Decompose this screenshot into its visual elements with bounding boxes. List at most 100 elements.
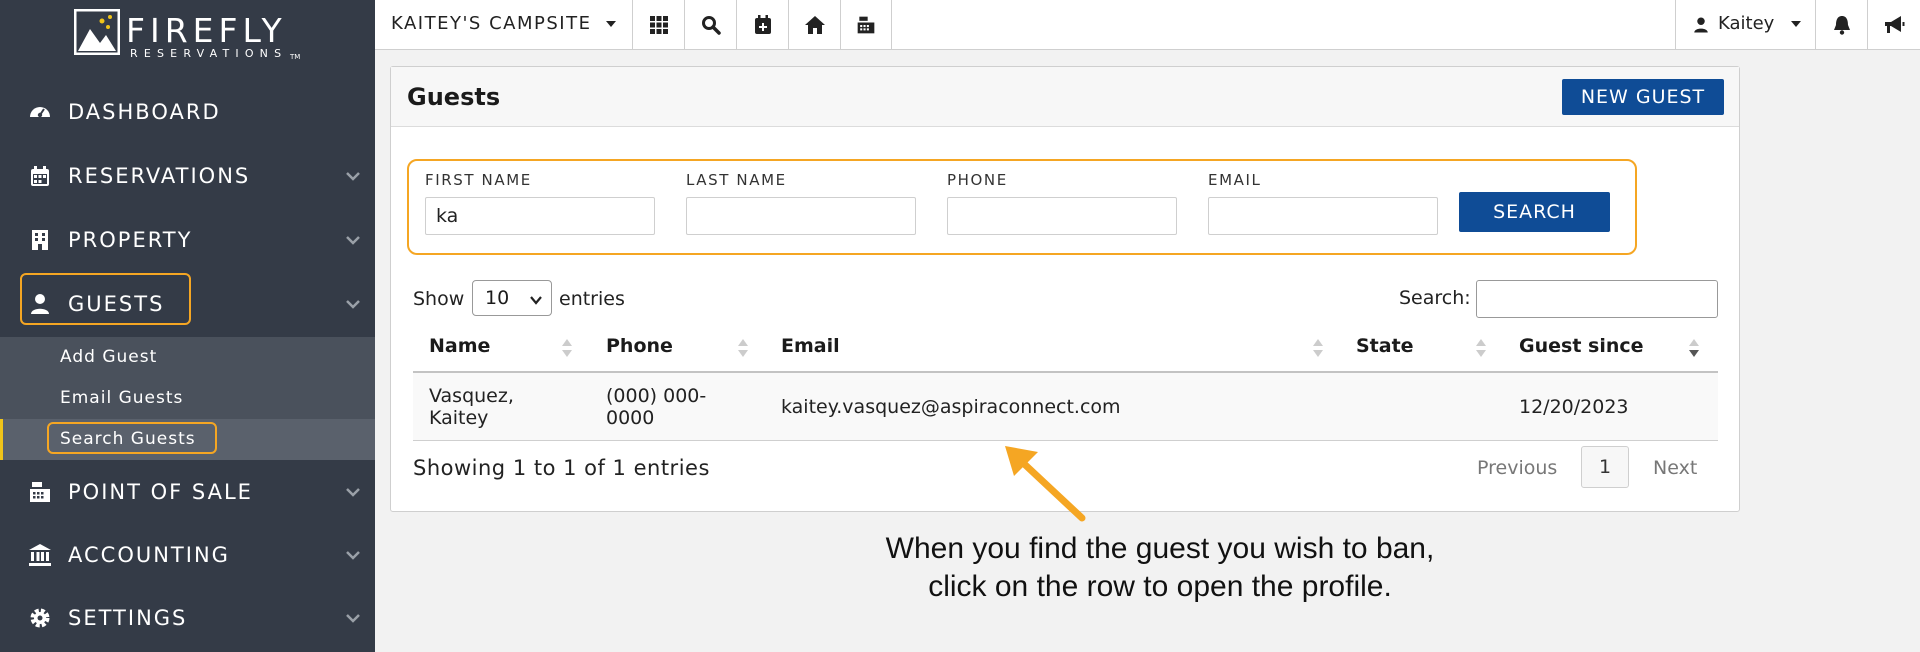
guests-highlight-box: [20, 273, 191, 325]
chevron-down-icon: [530, 296, 542, 305]
submenu-add-guest[interactable]: Add Guest: [60, 347, 157, 367]
logo-wordmark: FIREFLY: [126, 11, 287, 50]
annotation-line-2: click on the row to open the profile.: [928, 570, 1392, 603]
grid-icon: [649, 16, 668, 34]
search-guests-highlight-box: [47, 422, 217, 454]
home-button[interactable]: [788, 0, 840, 50]
annotation-arrow-icon: [1005, 446, 1086, 522]
sidebar-item-label: PROPERTY: [68, 228, 193, 252]
building-icon: [32, 230, 48, 250]
column-header-name[interactable]: Name: [429, 335, 490, 357]
point-of-sale-button[interactable]: [840, 0, 892, 50]
megaphone-icon: [1884, 16, 1904, 33]
search-icon: [701, 16, 721, 35]
pagination-previous[interactable]: Previous: [1477, 457, 1557, 479]
sort-icon[interactable]: [1312, 337, 1324, 359]
announcements-button[interactable]: [1867, 0, 1919, 50]
bell-icon: [1833, 16, 1850, 35]
annotation-text: When you find the guest you wish to ban,…: [830, 530, 1490, 606]
email-input[interactable]: [1208, 197, 1438, 235]
column-header-state[interactable]: State: [1356, 335, 1414, 357]
cell-email: kaitey.vasquez@aspiraconnect.com: [781, 396, 1121, 418]
user-icon: [1694, 17, 1708, 33]
sidebar-item-settings[interactable]: SETTINGS: [0, 590, 375, 646]
notifications-button[interactable]: [1815, 0, 1867, 50]
home-icon: [804, 16, 825, 34]
cell-guest-since: 12/20/2023: [1519, 396, 1629, 418]
sort-desc-icon[interactable]: [1688, 337, 1700, 359]
firefly-logo-mark-icon: [74, 9, 120, 55]
column-header-guest-since[interactable]: Guest since: [1519, 335, 1644, 357]
table-row[interactable]: Vasquez, Kaitey (000) 000- 0000 kaitey.v…: [413, 373, 1718, 441]
table-search-label: Search:: [1399, 287, 1471, 309]
show-label: Show: [413, 288, 465, 310]
last-name-input[interactable]: [686, 197, 916, 235]
annotation-line-1: When you find the guest you wish to ban,: [885, 532, 1435, 565]
sort-icon[interactable]: [1475, 337, 1487, 359]
chevron-down-icon: [346, 236, 360, 245]
user-menu[interactable]: Kaitey: [1675, 0, 1815, 50]
new-reservation-button[interactable]: [736, 0, 788, 50]
cell-name-line2: Kaitey: [429, 407, 489, 429]
chevron-down-icon: [346, 614, 360, 623]
cash-register-icon: [30, 482, 50, 502]
sidebar-item-reservations[interactable]: RESERVATIONS: [0, 148, 375, 204]
sort-icon[interactable]: [737, 337, 749, 359]
first-name-input[interactable]: [425, 197, 655, 235]
chevron-down-icon: [346, 551, 360, 560]
sidebar-item-label: ACCOUNTING: [68, 543, 230, 567]
search-button[interactable]: SEARCH: [1459, 192, 1610, 232]
phone-label: PHONE: [947, 171, 1008, 189]
caret-down-icon: [606, 21, 616, 27]
sidebar-item-label: DASHBOARD: [68, 100, 221, 124]
entries-value: 10: [485, 287, 510, 309]
pagination-page-1[interactable]: 1: [1581, 446, 1629, 488]
sidebar-item-accounting[interactable]: ACCOUNTING: [0, 527, 375, 583]
cell-name-line1: Vasquez,: [429, 385, 514, 407]
first-name-label: FIRST NAME: [425, 171, 532, 189]
column-header-email[interactable]: Email: [781, 335, 840, 357]
submenu-email-guests[interactable]: Email Guests: [60, 388, 183, 408]
sidebar-item-dashboard[interactable]: DASHBOARD: [0, 84, 375, 140]
entries-per-page-select[interactable]: 10: [472, 280, 552, 316]
bank-icon: [29, 544, 51, 566]
sidebar-item-label: RESERVATIONS: [68, 164, 251, 188]
calendar-plus-icon: [754, 15, 771, 34]
new-guest-button[interactable]: NEW GUEST: [1562, 79, 1724, 115]
last-name-label: LAST NAME: [686, 171, 787, 189]
cell-phone-line1: (000) 000-: [606, 385, 707, 407]
sidebar-item-point-of-sale[interactable]: POINT OF SALE: [0, 464, 375, 520]
logo-subtitle: RESERVATIONS: [130, 47, 288, 60]
sidebar: FIREFLY RESERVATIONS TM DASHBOARD RESERV…: [0, 0, 375, 652]
sidebar-item-label: SETTINGS: [68, 606, 188, 630]
guest-filter-form: FIRST NAME LAST NAME PHONE EMAIL SEARCH: [407, 159, 1637, 255]
page-title: Guests: [407, 83, 501, 111]
sidebar-item-property[interactable]: PROPERTY: [0, 212, 375, 268]
chevron-down-icon: [346, 172, 360, 181]
chevron-down-icon: [346, 300, 360, 309]
calendar-icon: [31, 166, 49, 186]
dashboard-icon: [30, 107, 50, 118]
sort-icon[interactable]: [561, 337, 573, 359]
user-name: Kaitey: [1718, 13, 1775, 34]
entries-label: entries: [559, 288, 625, 310]
submenu-active-indicator: [0, 419, 3, 460]
firefly-logo[interactable]: FIREFLY RESERVATIONS TM: [74, 9, 304, 61]
pagination-next[interactable]: Next: [1653, 457, 1697, 479]
cash-register-icon: [857, 16, 875, 34]
table-search-input[interactable]: [1476, 280, 1718, 318]
apps-grid-button[interactable]: [632, 0, 684, 50]
cell-phone-line2: 0000: [606, 407, 655, 429]
table-info: Showing 1 to 1 of 1 entries: [413, 456, 710, 480]
logo-trademark: TM: [290, 53, 301, 61]
gear-icon: [30, 608, 50, 628]
chevron-down-icon: [346, 488, 360, 497]
phone-input[interactable]: [947, 197, 1177, 235]
top-bar: KAITEY'S CAMPSITE Kaitey: [375, 0, 1920, 50]
column-header-phone[interactable]: Phone: [606, 335, 673, 357]
sidebar-item-label: POINT OF SALE: [68, 480, 253, 504]
email-label: EMAIL: [1208, 171, 1262, 189]
campsite-name: KAITEY'S CAMPSITE: [391, 13, 592, 34]
card-header: Guests NEW GUEST: [391, 67, 1739, 127]
search-button-top[interactable]: [684, 0, 736, 50]
